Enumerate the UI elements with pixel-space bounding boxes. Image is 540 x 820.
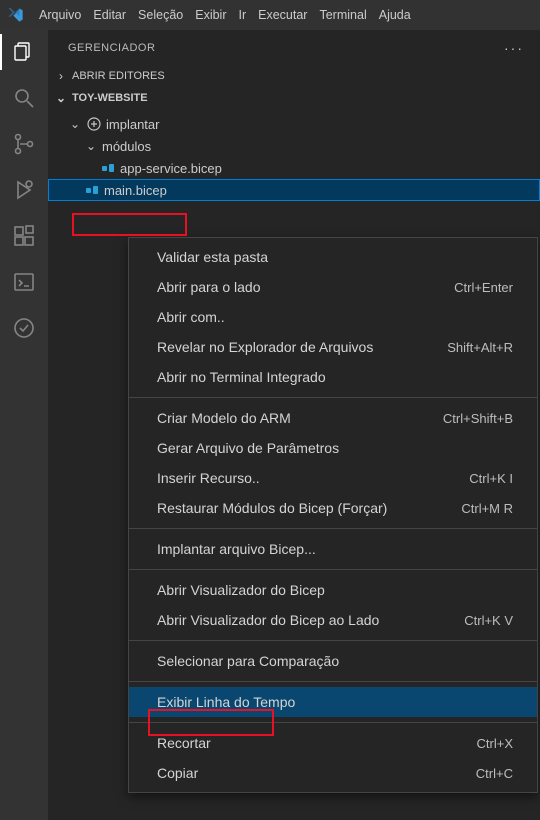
explorer-title: GERENCIADOR bbox=[68, 42, 155, 54]
context-menu-item[interactable]: Exibir Linha do Tempo bbox=[129, 687, 537, 717]
bicep-file-icon bbox=[84, 182, 100, 198]
keyboard-shortcut: Shift+Alt+R bbox=[447, 340, 513, 355]
context-menu-item[interactable]: Validar esta pasta bbox=[129, 242, 537, 272]
context-menu-label: Abrir no Terminal Integrado bbox=[157, 369, 326, 385]
menu-executar[interactable]: Executar bbox=[253, 5, 312, 25]
context-menu-item[interactable]: Abrir para o lado Ctrl+Enter bbox=[129, 272, 537, 302]
activity-bar bbox=[0, 30, 48, 820]
keyboard-shortcut: Ctrl+C bbox=[476, 766, 513, 781]
context-menu-separator bbox=[129, 681, 537, 682]
menu-arquivo[interactable]: Arquivo bbox=[34, 5, 86, 25]
context-menu-label: Abrir Visualizador do Bicep bbox=[157, 582, 325, 598]
bicep-file-icon bbox=[100, 160, 116, 176]
chevron-down-icon: ⌄ bbox=[84, 139, 98, 153]
menu-ir[interactable]: Ir bbox=[234, 5, 252, 25]
context-menu-label: Exibir Linha do Tempo bbox=[157, 694, 295, 710]
context-menu-item[interactable]: Copiar Ctrl+C bbox=[129, 758, 537, 788]
context-menu-item[interactable]: Abrir Visualizador do Bicep bbox=[129, 575, 537, 605]
chevron-down-icon: ⌄ bbox=[54, 91, 68, 105]
explorer-icon[interactable] bbox=[10, 38, 38, 66]
context-menu-separator bbox=[129, 397, 537, 398]
context-menu-separator bbox=[129, 722, 537, 723]
explorer-header: GERENCIADOR ··· bbox=[48, 30, 540, 65]
context-menu-item[interactable]: Abrir no Terminal Integrado bbox=[129, 362, 537, 392]
context-menu-separator bbox=[129, 640, 537, 641]
chevron-right-icon: › bbox=[54, 69, 68, 83]
workspace-label: TOY-WEBSITE bbox=[72, 92, 148, 104]
context-menu-item[interactable]: Revelar no Explorador de Arquivos Shift+A… bbox=[129, 332, 537, 362]
context-menu-label: Revelar no Explorador de Arquivos bbox=[157, 339, 373, 355]
context-menu-separator bbox=[129, 569, 537, 570]
search-icon[interactable] bbox=[10, 84, 38, 112]
context-menu-label: Inserir Recurso.. bbox=[157, 470, 260, 486]
folder-icon bbox=[86, 116, 102, 132]
open-editors-label: ABRIR EDITORES bbox=[72, 70, 165, 82]
context-menu-item[interactable]: Inserir Recurso.. Ctrl+K I bbox=[129, 463, 537, 493]
menu-ajuda[interactable]: Ajuda bbox=[374, 5, 416, 25]
context-menu-label: Selecionar para Comparação bbox=[157, 653, 339, 669]
context-menu-label: Restaurar Módulos do Bicep (Forçar) bbox=[157, 500, 387, 516]
file-label: main.bicep bbox=[104, 183, 167, 198]
context-menu-item[interactable]: Implantar arquivo Bicep... bbox=[129, 534, 537, 564]
keyboard-shortcut: Ctrl+X bbox=[477, 736, 513, 751]
titlebar: Arquivo Editar Seleção Exibir Ir Executa… bbox=[0, 0, 540, 30]
context-menu-label: Criar Modelo do ARM bbox=[157, 410, 291, 426]
keyboard-shortcut: Ctrl+Enter bbox=[454, 280, 513, 295]
keyboard-shortcut: Ctrl+Shift+B bbox=[443, 411, 513, 426]
context-menu-label: Abrir com.. bbox=[157, 309, 225, 325]
keyboard-shortcut: Ctrl+K V bbox=[464, 613, 513, 628]
chevron-down-icon: ⌄ bbox=[68, 117, 82, 131]
file-app-service[interactable]: app-service.bicep bbox=[48, 157, 540, 179]
run-debug-icon[interactable] bbox=[10, 176, 38, 204]
context-menu-item[interactable]: Selecionar para Comparação bbox=[129, 646, 537, 676]
context-menu-item[interactable]: Recortar Ctrl+X bbox=[129, 728, 537, 758]
context-menu-label: Recortar bbox=[157, 735, 211, 751]
menu-exibir[interactable]: Exibir bbox=[190, 5, 231, 25]
folder-modulos[interactable]: ⌄ módulos bbox=[48, 135, 540, 157]
more-actions-icon[interactable]: ··· bbox=[504, 40, 524, 56]
context-menu-separator bbox=[129, 528, 537, 529]
context-menu-label: Gerar Arquivo de Parâmetros bbox=[157, 440, 339, 456]
menu-editar[interactable]: Editar bbox=[88, 5, 131, 25]
context-menu-label: Abrir Visualizador do Bicep ao Lado bbox=[157, 612, 379, 628]
menu-terminal[interactable]: Terminal bbox=[314, 5, 371, 25]
folder-label: implantar bbox=[106, 117, 159, 132]
keyboard-shortcut: Ctrl+M R bbox=[461, 501, 513, 516]
source-control-icon[interactable] bbox=[10, 130, 38, 158]
context-menu-item[interactable]: Gerar Arquivo de Parâmetros bbox=[129, 433, 537, 463]
context-menu-item[interactable]: Criar Modelo do ARM Ctrl+Shift+B bbox=[129, 403, 537, 433]
check-circle-icon[interactable] bbox=[10, 314, 38, 342]
folder-label: módulos bbox=[102, 139, 151, 154]
context-menu-label: Abrir para o lado bbox=[157, 279, 261, 295]
extensions-icon[interactable] bbox=[10, 222, 38, 250]
context-menu-label: Copiar bbox=[157, 765, 198, 781]
menubar: Arquivo Editar Seleção Exibir Ir Executa… bbox=[34, 5, 416, 25]
context-menu-item[interactable]: Abrir Visualizador do Bicep ao Lado Ctrl+… bbox=[129, 605, 537, 635]
menu-selecao[interactable]: Seleção bbox=[133, 5, 188, 25]
context-menu-label: Validar esta pasta bbox=[157, 249, 268, 265]
vscode-logo-icon bbox=[8, 7, 24, 23]
workspace-section[interactable]: ⌄ TOY-WEBSITE bbox=[48, 87, 540, 109]
context-menu-label: Implantar arquivo Bicep... bbox=[157, 541, 316, 557]
context-menu: Validar esta pasta Abrir para o lado Ctrl+… bbox=[128, 237, 538, 793]
context-menu-item[interactable]: Restaurar Módulos do Bicep (Forçar) Ctrl+… bbox=[129, 493, 537, 523]
file-label: app-service.bicep bbox=[120, 161, 222, 176]
folder-implantar[interactable]: ⌄ implantar bbox=[48, 113, 540, 135]
keyboard-shortcut: Ctrl+K I bbox=[469, 471, 513, 486]
file-main-bicep[interactable]: main.bicep bbox=[48, 179, 540, 201]
open-editors-section[interactable]: › ABRIR EDITORES bbox=[48, 65, 540, 87]
context-menu-item[interactable]: Abrir com.. bbox=[129, 302, 537, 332]
terminal-panel-icon[interactable] bbox=[10, 268, 38, 296]
